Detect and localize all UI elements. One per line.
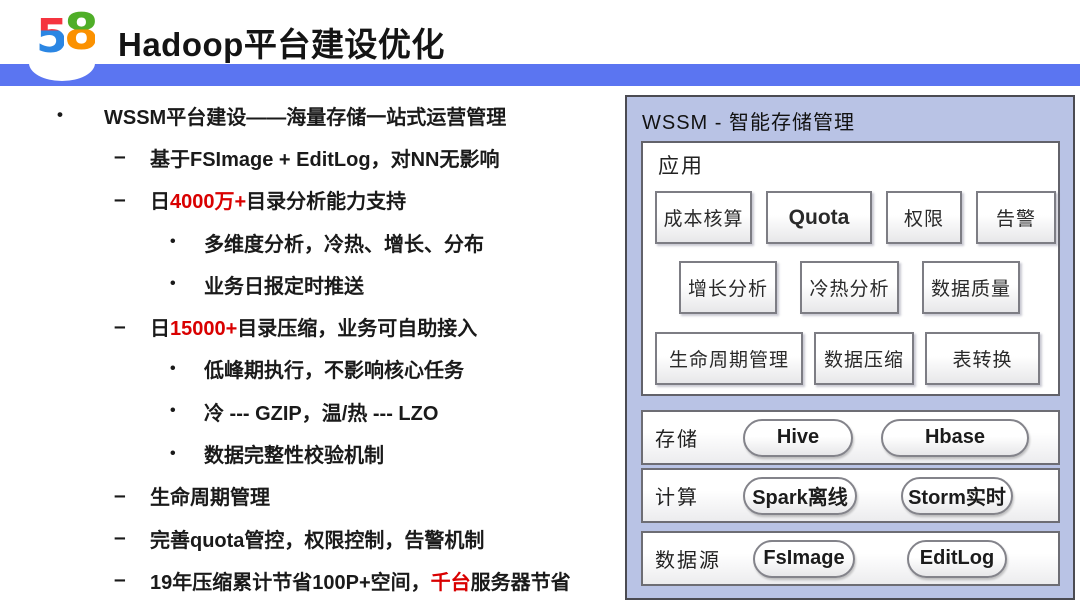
page-title: Hadoop平台建设优化 <box>118 26 445 63</box>
bullet-line: – 日4000万+目录分析能力支持 <box>0 179 618 221</box>
accent-bar <box>0 64 1080 86</box>
module-box-quality: 数据质量 <box>922 261 1020 314</box>
bullet-line: – 生命周期管理 <box>0 475 618 517</box>
slide: 58 Hadoop平台建设优化 • WSSM平台建设——海量存储一站式运营管理 –… <box>0 0 1080 608</box>
bullet-line: – 日15000+目录压缩，业务可自助接入 <box>0 305 618 347</box>
logo-digit-8: 8 <box>64 3 99 61</box>
bullet-marker: • <box>170 444 176 462</box>
bullet-line: • 冷 --- GZIP，温/热 --- LZO <box>0 390 618 432</box>
bullet-marker: • <box>57 105 63 125</box>
app-row-2: 增长分析 冷热分析 数据质量 <box>679 261 1020 314</box>
header: 58 Hadoop平台建设优化 <box>0 0 1080 64</box>
bullet-text: 生命周期管理 <box>150 487 270 510</box>
bullet-list: • WSSM平台建设——海量存储一站式运营管理 – 基于FSImage + Edit… <box>0 94 618 602</box>
bullet-text: WSSM平台建设——海量存储一站式运营管理 <box>104 106 507 129</box>
pill-spark: Spark离线 <box>743 476 857 515</box>
bullet-text: 日4000万+目录分析能力支持 <box>150 191 407 214</box>
bullet-text: 日15000+目录压缩，业务可自助接入 <box>150 318 478 341</box>
bullet-text: 基于FSImage + EditLog，对NN无影响 <box>150 148 500 171</box>
bullet-text: 数据完整性校验机制 <box>204 445 384 468</box>
bullet-text: 冷 --- GZIP，温/热 --- LZO <box>204 402 439 425</box>
bullet-text: 完善quota管控，权限控制，告警机制 <box>150 529 485 552</box>
bullet-marker: • <box>170 233 176 251</box>
logo-58: 58 <box>36 3 108 63</box>
bullet-line: – 完善quota管控，权限控制，告警机制 <box>0 517 618 559</box>
bullet-marker: – <box>114 568 126 592</box>
app-section: 应用 成本核算 Quota 权限 告警 增长分析 冷热分析 数据质量 生命周期管… <box>641 141 1060 396</box>
bullet-line: • 数据完整性校验机制 <box>0 432 618 474</box>
bullet-marker: – <box>114 526 126 550</box>
bullet-marker: • <box>170 359 176 377</box>
storage-strip: 存储 Hive Hbase <box>641 410 1060 465</box>
wssm-diagram-panel: WSSM - 智能存储管理 应用 成本核算 Quota 权限 告警 增长分析 冷… <box>625 95 1075 600</box>
bullet-line: – 基于FSImage + EditLog，对NN无影响 <box>0 136 618 178</box>
bullet-marker: – <box>114 145 126 169</box>
bullet-marker: • <box>170 275 176 293</box>
module-box-alert: 告警 <box>976 191 1056 244</box>
pill-hbase: Hbase <box>881 418 1029 457</box>
bullet-text: 多维度分析，冷热、增长、分布 <box>204 233 484 256</box>
pill-fsimage: FsImage <box>753 539 855 578</box>
bullet-line: • 低峰期执行，不影响核心任务 <box>0 348 618 390</box>
module-box-convert: 表转换 <box>925 332 1040 385</box>
bullet-text: 低峰期执行，不影响核心任务 <box>204 360 464 383</box>
bullet-marker: – <box>114 483 126 507</box>
datasource-strip: 数据源 FsImage EditLog <box>641 531 1060 586</box>
compute-strip: 计算 Spark离线 Storm实时 <box>641 468 1060 523</box>
module-box-perm: 权限 <box>886 191 962 244</box>
app-row-3: 生命周期管理 数据压缩 表转换 <box>655 332 1040 385</box>
module-box-lifecycle: 生命周期管理 <box>655 332 803 385</box>
bullet-line: • 多维度分析，冷热、增长、分布 <box>0 221 618 263</box>
module-box-hotcold: 冷热分析 <box>800 261 899 314</box>
app-row-1: 成本核算 Quota 权限 告警 <box>655 191 1056 244</box>
bullet-line: • 业务日报定时推送 <box>0 263 618 305</box>
logo-digit-5: 5 <box>36 9 68 63</box>
module-box-cost: 成本核算 <box>655 191 752 244</box>
bullet-marker: • <box>170 402 176 420</box>
module-box-quota: Quota <box>766 191 872 244</box>
bullet-marker: – <box>114 187 126 211</box>
module-box-growth: 增长分析 <box>679 261 777 314</box>
strip-label-storage: 存储 <box>655 429 699 451</box>
bullet-marker: – <box>114 314 126 338</box>
module-box-compress: 数据压缩 <box>814 332 914 385</box>
strip-label-compute: 计算 <box>655 487 699 509</box>
pill-editlog: EditLog <box>907 539 1007 578</box>
bullet-line: • WSSM平台建设——海量存储一站式运营管理 <box>0 94 618 136</box>
strip-label-datasource: 数据源 <box>655 550 721 572</box>
pill-hive: Hive <box>743 418 853 457</box>
bullet-text: 19年压缩累计节省100P+空间，千台服务器节省 <box>150 571 571 594</box>
app-section-label: 应用 <box>658 154 704 178</box>
pill-storm: Storm实时 <box>901 476 1013 515</box>
bullet-line: – 19年压缩累计节省100P+空间，千台服务器节省 <box>0 559 618 601</box>
bullet-text: 业务日报定时推送 <box>204 275 364 298</box>
panel-title: WSSM - 智能存储管理 <box>642 112 855 134</box>
